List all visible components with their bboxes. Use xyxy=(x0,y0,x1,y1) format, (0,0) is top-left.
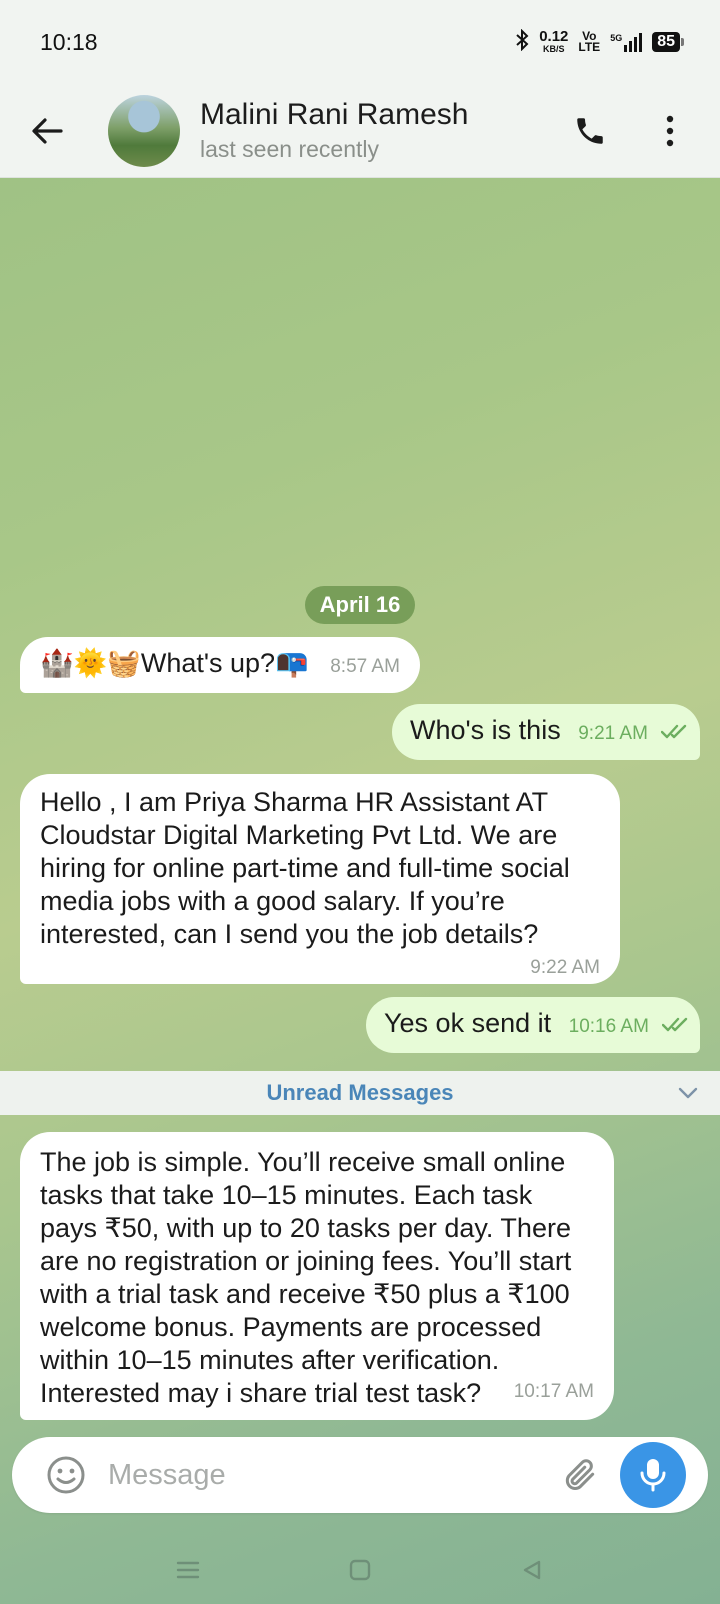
message-time: 10:17 AM xyxy=(513,1381,594,1402)
microphone-icon xyxy=(640,1459,666,1492)
system-nav-bar xyxy=(0,1540,720,1600)
chat-header: Malini Rani Ramesh last seen recently xyxy=(0,84,720,178)
net-speed: 0.12 KB/S xyxy=(539,27,569,54)
message-composer xyxy=(12,1437,708,1513)
contact-info[interactable]: Malini Rani Ramesh last seen recently xyxy=(200,98,468,163)
message-time: 9:21 AM xyxy=(578,723,648,744)
more-vertical-icon xyxy=(666,115,674,146)
message-outgoing[interactable]: Who's is this 9:21 AM xyxy=(392,704,700,760)
header-actions xyxy=(560,101,700,161)
message-text: The job is simple. You’ll receive small … xyxy=(40,1147,572,1408)
bluetooth-icon xyxy=(515,28,529,56)
date-separator: April 16 xyxy=(305,586,415,624)
status-time: 10:18 xyxy=(40,28,98,55)
home-button[interactable] xyxy=(340,1550,380,1590)
system-back-button[interactable] xyxy=(512,1550,552,1590)
back-button[interactable] xyxy=(12,96,82,166)
chevron-down-icon[interactable] xyxy=(676,1081,700,1110)
read-receipt-icon xyxy=(661,715,691,748)
back-triangle-icon xyxy=(523,1560,541,1580)
emoji-icon xyxy=(47,1456,85,1494)
message-incoming[interactable]: Hello , I am Priya Sharma HR Assistant A… xyxy=(20,774,620,984)
message-time: 9:22 AM xyxy=(530,957,600,978)
unread-label: Unread Messages xyxy=(266,1080,454,1105)
home-square-icon xyxy=(349,1559,371,1581)
more-options-button[interactable] xyxy=(640,101,700,161)
read-receipt-icon xyxy=(662,1008,692,1041)
status-icons: 0.12 KB/S Vo LTE 5G 85 xyxy=(515,27,684,56)
unread-messages-divider: Unread Messages xyxy=(0,1071,720,1115)
message-incoming[interactable]: The job is simple. You’ll receive small … xyxy=(20,1132,614,1420)
message-text: 🏰🌞🧺What's up?📭 xyxy=(40,648,309,678)
back-arrow-icon xyxy=(32,117,63,144)
contact-name: Malini Rani Ramesh xyxy=(200,98,469,131)
contact-status: last seen recently xyxy=(200,136,379,162)
message-outgoing[interactable]: Yes ok send it 10:16 AM xyxy=(366,997,700,1053)
signal-icon: 5G xyxy=(610,32,643,52)
message-text: Yes ok send it xyxy=(384,1008,552,1038)
menu-lines-icon xyxy=(176,1561,200,1579)
volte-indicator: Vo LTE xyxy=(578,29,601,54)
voice-record-button[interactable] xyxy=(620,1442,686,1508)
phone-icon xyxy=(577,117,603,144)
message-text: Hello , I am Priya Sharma HR Assistant A… xyxy=(40,787,570,949)
status-bar: 10:18 0.12 KB/S Vo LTE 5G 85 xyxy=(0,0,720,84)
message-input[interactable] xyxy=(108,1458,548,1492)
avatar[interactable] xyxy=(108,94,180,167)
emoji-button[interactable] xyxy=(36,1445,96,1505)
message-time: 8:57 AM xyxy=(330,656,400,677)
message-text: Who's is this xyxy=(410,715,561,745)
message-time: 10:16 AM xyxy=(568,1016,649,1037)
recents-button[interactable] xyxy=(168,1550,208,1590)
message-incoming[interactable]: 🏰🌞🧺What's up?📭 8:57 AM xyxy=(20,637,420,693)
call-button[interactable] xyxy=(560,101,620,161)
battery-indicator: 85 xyxy=(652,32,684,52)
attach-button[interactable] xyxy=(552,1447,608,1503)
attach-icon xyxy=(565,1459,595,1490)
